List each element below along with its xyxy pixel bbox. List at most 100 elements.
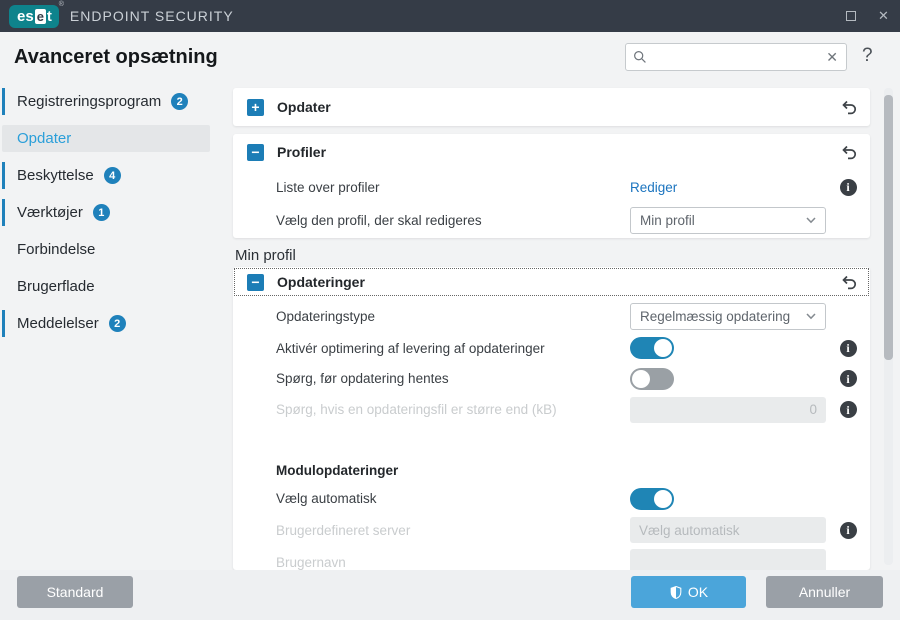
help-icon[interactable]: ? <box>862 45 873 67</box>
maximize-button[interactable] <box>834 0 867 32</box>
logo-text-es: es <box>17 7 34 25</box>
dropdown-value: Regelmæssig opdatering <box>640 309 791 324</box>
brugernavn-input <box>630 549 826 570</box>
section-opdater-header[interactable]: + Opdater <box>233 88 870 126</box>
info-icon[interactable]: i <box>839 178 857 196</box>
collapse-icon[interactable]: − <box>247 273 264 291</box>
modulopdateringer-heading: Modulopdateringer <box>276 463 399 478</box>
setting-label: Brugerdefineret server <box>276 522 411 538</box>
setting-row-vaelg-profil: Vælg den profil, der skal redigeres Min … <box>233 204 870 237</box>
setting-row-sporg: Spørg, før opdatering hentes i <box>233 363 870 394</box>
server-input: Vælg automatisk <box>630 517 826 543</box>
setting-row-opdateringstype: Opdateringstype Regelmæssig opdatering <box>233 300 870 333</box>
sidebar-item-vaerktojer[interactable]: Værktøjer 1 <box>2 199 210 226</box>
sidebar-item-label: Beskyttelse <box>17 167 94 184</box>
product-name: ENDPOINT SECURITY <box>69 8 234 24</box>
revert-button[interactable] <box>840 98 858 116</box>
setting-label: Vælg den profil, der skal redigeres <box>276 213 482 228</box>
expand-icon[interactable]: + <box>247 98 264 116</box>
search-icon <box>634 51 646 63</box>
notification-badge: 2 <box>171 93 189 110</box>
sidebar-item-label: Værktøjer <box>17 204 83 221</box>
setting-label: Spørg, før opdatering hentes <box>276 371 449 386</box>
setting-label: Brugernavn <box>276 554 346 570</box>
setting-row-brugerdefineret-server: Brugerdefineret server Vælg automatisk i <box>233 514 870 546</box>
info-icon[interactable]: i <box>839 339 857 357</box>
sidebar-item-opdater[interactable]: Opdater <box>2 125 210 152</box>
undo-icon <box>842 100 857 115</box>
notification-badge: 2 <box>108 315 126 332</box>
section-opdateringer-header[interactable]: − Opdateringer <box>233 267 870 297</box>
toggle-knob <box>632 369 650 388</box>
toggle-vaelg-automatisk[interactable] <box>630 487 674 510</box>
undo-icon <box>842 275 857 290</box>
footer: Standard OK Annuller <box>0 570 900 620</box>
setting-row-optimering: Aktivér optimering af levering af opdate… <box>233 333 870 363</box>
titlebar: es e t ® ENDPOINT SECURITY ✕ <box>0 0 900 32</box>
scrollbar-thumb[interactable] <box>884 95 893 360</box>
search-box[interactable]: ✕ <box>625 43 847 71</box>
rediger-link[interactable]: Rediger <box>630 180 677 195</box>
annuller-button[interactable]: Annuller <box>766 576 883 608</box>
toggle-sporg[interactable] <box>630 367 674 390</box>
ok-label: OK <box>687 584 709 600</box>
section-title: Opdateringer <box>277 274 365 290</box>
sidebar-item-label: Brugerflade <box>17 278 95 295</box>
registered-mark: ® <box>58 0 64 8</box>
setting-label: Vælg automatisk <box>276 491 377 506</box>
profile-group-heading: Min profil <box>235 247 296 264</box>
sidebar-item-registreringsprogram[interactable]: Registreringsprogram 2 <box>2 88 210 115</box>
chevron-down-icon <box>806 313 816 320</box>
logo-text-e: e <box>34 8 46 24</box>
profile-dropdown[interactable]: Min profil <box>630 207 826 234</box>
info-icon[interactable]: i <box>839 370 857 387</box>
standard-button[interactable]: Standard <box>17 576 133 608</box>
collapse-icon[interactable]: − <box>247 143 264 161</box>
info-icon[interactable]: i <box>839 521 857 539</box>
setting-row-brugernavn: Brugernavn <box>233 546 870 570</box>
revert-button[interactable] <box>840 273 858 291</box>
ok-button[interactable]: OK <box>631 576 746 608</box>
uac-shield-icon <box>670 585 682 599</box>
section-title: Profiler <box>277 144 327 160</box>
toggle-knob <box>654 489 672 508</box>
section-profiler-header[interactable]: − Profiler <box>233 134 870 170</box>
toggle-knob <box>654 339 672 357</box>
maximize-icon <box>845 11 856 21</box>
undo-icon <box>842 145 857 160</box>
setting-label: Aktivér optimering af levering af opdate… <box>276 340 545 356</box>
sidebar-item-beskyttelse[interactable]: Beskyttelse 4 <box>2 162 210 189</box>
sidebar-item-brugerflade[interactable]: Brugerflade <box>2 273 210 300</box>
logo-text-t: t <box>46 7 52 25</box>
chevron-down-icon <box>806 217 816 224</box>
sidebar-item-label: Forbindelse <box>17 241 96 258</box>
close-button[interactable]: ✕ <box>867 0 900 32</box>
setting-row-vaelg-automatisk: Vælg automatisk <box>233 483 870 514</box>
setting-label: Spørg, hvis en opdateringsfil er større … <box>276 402 557 417</box>
page-title: Avanceret opsætning <box>14 46 218 68</box>
dropdown-value: Min profil <box>640 213 695 228</box>
info-icon[interactable]: i <box>839 401 857 418</box>
notification-badge: 4 <box>103 167 121 184</box>
section-title: Opdater <box>277 99 331 115</box>
settings-content: + Opdater − Profiler Liste over profiler… <box>233 88 870 570</box>
update-type-dropdown[interactable]: Regelmæssig opdatering <box>630 303 826 330</box>
toggle-optimering[interactable] <box>630 337 674 359</box>
notification-badge: 1 <box>92 204 110 221</box>
search-clear-icon[interactable]: ✕ <box>825 49 839 66</box>
revert-button[interactable] <box>840 143 858 161</box>
sidebar: Registreringsprogram 2 Opdater Beskyttel… <box>0 88 230 347</box>
sidebar-item-meddelelser[interactable]: Meddelelser 2 <box>2 310 210 337</box>
sidebar-item-forbindelse[interactable]: Forbindelse <box>2 236 210 263</box>
setting-label: Liste over profiler <box>276 179 380 195</box>
sidebar-item-label: Opdater <box>17 130 72 147</box>
setting-row-kb-limit: Spørg, hvis en opdateringsfil er større … <box>233 394 870 425</box>
section-opdateringer: − Opdateringer Opdateringstype Regelmæss… <box>233 267 870 570</box>
search-input[interactable] <box>653 49 826 65</box>
eset-logo: es e t ® <box>9 1 64 28</box>
setting-label: Opdateringstype <box>276 309 376 324</box>
section-profiler: − Profiler Liste over profiler Rediger i… <box>233 134 870 238</box>
scrollbar-track[interactable] <box>884 88 893 565</box>
sidebar-item-label: Registreringsprogram <box>17 93 162 110</box>
